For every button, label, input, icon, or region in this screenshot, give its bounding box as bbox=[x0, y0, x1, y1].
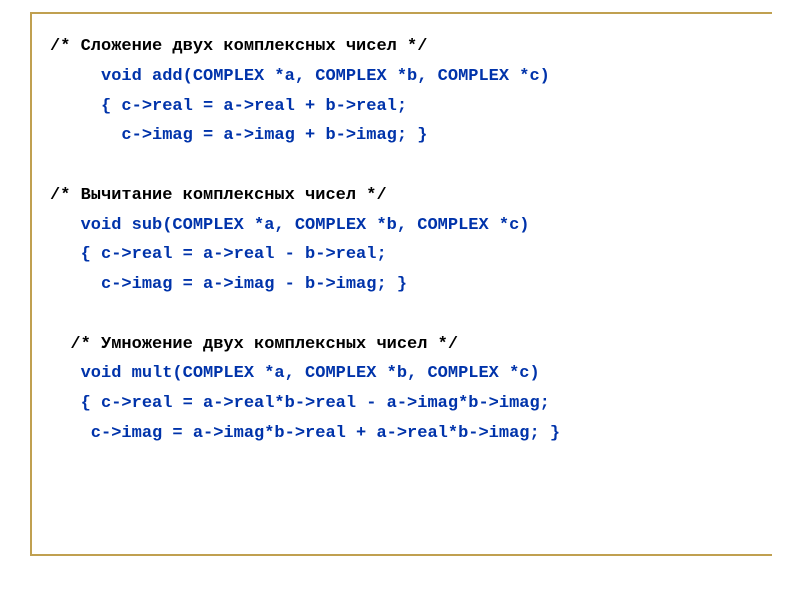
add-signature: void add(COMPLEX *a, COMPLEX *b, COMPLEX… bbox=[50, 62, 762, 92]
code-frame: /* Сложение двух комплексных чисел */ vo… bbox=[30, 12, 772, 556]
sub-signature: void sub(COMPLEX *a, COMPLEX *b, COMPLEX… bbox=[50, 211, 762, 241]
sub-body-1: { c->real = a->real - b->real; bbox=[50, 240, 762, 270]
mult-body-1: { c->real = a->real*b->real - a->imag*b-… bbox=[50, 389, 762, 419]
blank-line bbox=[50, 300, 762, 330]
comment-sub: /* Вычитание комплексных чисел */ bbox=[50, 181, 762, 211]
comment-add: /* Сложение двух комплексных чисел */ bbox=[50, 32, 762, 62]
add-body-1: { c->real = a->real + b->real; bbox=[50, 92, 762, 122]
code-block: /* Сложение двух комплексных чисел */ vo… bbox=[32, 14, 772, 459]
add-body-2: c->imag = a->imag + b->imag; } bbox=[50, 121, 762, 151]
blank-line bbox=[50, 151, 762, 181]
mult-body-2: c->imag = a->imag*b->real + a->real*b->i… bbox=[50, 419, 762, 449]
mult-signature: void mult(COMPLEX *a, COMPLEX *b, COMPLE… bbox=[50, 359, 762, 389]
sub-body-2: c->imag = a->imag - b->imag; } bbox=[50, 270, 762, 300]
comment-mult: /* Умножение двух комплексных чисел */ bbox=[50, 330, 762, 360]
